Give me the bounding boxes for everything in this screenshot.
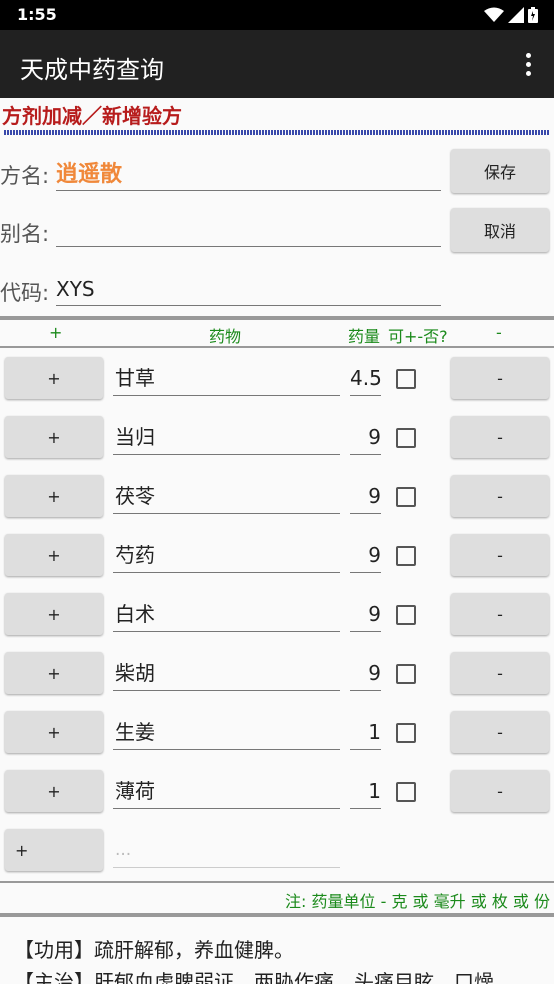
row-add-button[interactable]: + [5, 711, 103, 753]
row-remove-button[interactable]: - [451, 593, 549, 635]
herb-dose-input[interactable]: 9 [350, 655, 381, 691]
code-input[interactable]: XYS [56, 273, 441, 306]
wifi-icon [484, 7, 504, 22]
row-add-button[interactable]: + [5, 475, 103, 517]
status-time: 1:55 [17, 5, 57, 24]
row-remove-button[interactable]: - [451, 711, 549, 753]
save-button[interactable]: 保存 [451, 149, 549, 193]
herb-name-input[interactable]: 生姜 [113, 714, 340, 750]
header-herb: 药物 [209, 327, 242, 346]
header-flag: 可+-否? [388, 327, 448, 346]
section-divider [4, 130, 550, 135]
row-remove-button[interactable]: - [451, 357, 549, 399]
row-add-button[interactable]: + [5, 593, 103, 635]
new-row-add-button[interactable]: + [5, 829, 103, 871]
header-remove: - [496, 323, 502, 342]
cancel-button[interactable]: 取消 [451, 208, 549, 252]
herb-dose-input[interactable]: 9 [350, 478, 381, 514]
adjustable-checkbox[interactable] [396, 546, 416, 566]
status-bar: 1:55 [0, 0, 554, 30]
row-remove-button[interactable]: - [451, 475, 549, 517]
row-add-button[interactable]: + [5, 770, 103, 812]
header-divider [0, 346, 554, 348]
battery-icon [528, 7, 538, 23]
adjustable-checkbox[interactable] [396, 723, 416, 743]
herb-dose-input[interactable]: 4.5 [350, 360, 382, 396]
row-remove-button[interactable]: - [451, 416, 549, 458]
herb-name-input[interactable]: 柴胡 [113, 655, 340, 691]
row-remove-button[interactable]: - [451, 652, 549, 694]
alias-label: 别名: [0, 222, 50, 246]
adjustable-checkbox[interactable] [396, 782, 416, 802]
alias-input[interactable] [56, 214, 441, 247]
row-add-button[interactable]: + [5, 534, 103, 576]
table-top-divider [0, 316, 554, 320]
herb-dose-input[interactable]: 1 [350, 773, 381, 809]
row-remove-button[interactable]: - [451, 534, 549, 576]
code-label: 代码: [0, 281, 50, 305]
adjustable-checkbox[interactable] [396, 664, 416, 684]
herb-name-input[interactable]: 白术 [113, 596, 340, 632]
section-title: 方剂加减／新增验方 [2, 104, 182, 128]
more-vert-icon[interactable] [516, 50, 540, 78]
description-divider [0, 913, 554, 917]
row-add-button[interactable]: + [5, 652, 103, 694]
note-divider [0, 881, 554, 883]
herb-dose-input[interactable]: 1 [350, 714, 381, 750]
app-title: 天成中药查询 [20, 56, 164, 84]
herb-dose-input[interactable]: 9 [350, 537, 381, 573]
name-label: 方名: [0, 164, 50, 188]
indication-text: 【主治】肝郁血虚脾弱证。两胁作痛，头痛目眩，口燥 [14, 970, 494, 984]
herb-name-input[interactable]: 当归 [113, 419, 340, 455]
herb-name-input[interactable]: 芍药 [113, 537, 340, 573]
adjustable-checkbox[interactable] [396, 369, 416, 389]
signal-icon [508, 7, 524, 23]
herb-name-input[interactable]: 茯苓 [113, 478, 340, 514]
formula-name-input[interactable]: 逍遥散 [56, 156, 441, 191]
adjustable-checkbox[interactable] [396, 605, 416, 625]
herb-name-input[interactable]: 甘草 [113, 360, 340, 396]
adjustable-checkbox[interactable] [396, 428, 416, 448]
row-add-button[interactable]: + [5, 416, 103, 458]
app-bar: 天成中药查询 [0, 30, 554, 98]
status-icons [484, 7, 538, 23]
row-add-button[interactable]: + [5, 357, 103, 399]
row-remove-button[interactable]: - [451, 770, 549, 812]
herb-dose-input[interactable]: 9 [350, 596, 381, 632]
dose-unit-note: 注: 药量单位 - 克 或 毫升 或 枚 或 份 [285, 892, 550, 911]
effect-text: 【功用】疏肝解郁，养血健脾。 [14, 938, 294, 962]
header-dose: 药量 [348, 327, 381, 346]
herb-name-input[interactable]: 薄荷 [113, 773, 340, 809]
header-add: + [49, 323, 63, 342]
adjustable-checkbox[interactable] [396, 487, 416, 507]
new-herb-input[interactable]: ... [113, 832, 340, 868]
herb-dose-input[interactable]: 9 [350, 419, 381, 455]
